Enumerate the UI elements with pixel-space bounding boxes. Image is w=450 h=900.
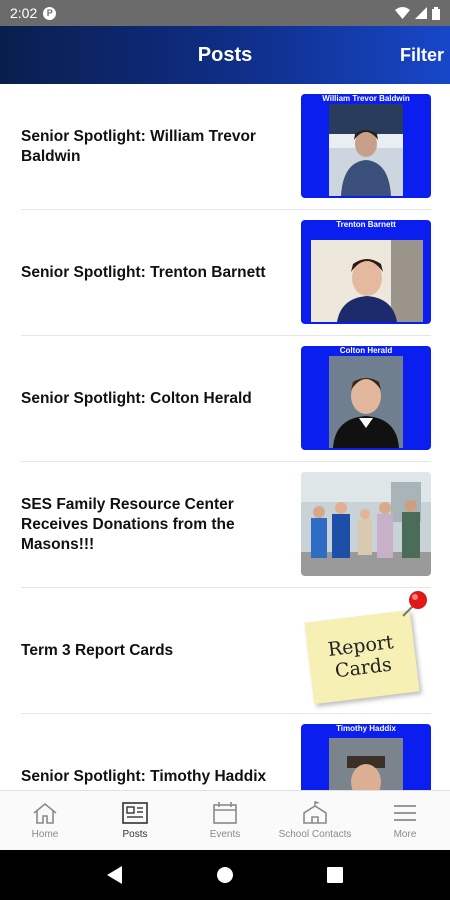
group-photo xyxy=(301,472,431,576)
nav-posts[interactable]: Posts xyxy=(90,791,180,850)
student-photo xyxy=(311,240,423,322)
post-title: Senior Spotlight: William Trevor Baldwin xyxy=(21,127,256,165)
recents-icon[interactable] xyxy=(327,867,344,883)
app-notification-icon: P xyxy=(43,6,57,20)
post-thumbnail: Report Cards xyxy=(301,591,431,705)
nav-label: Home xyxy=(31,829,59,840)
report-cards-note: Report Cards xyxy=(304,609,420,705)
student-photo xyxy=(329,738,403,790)
nav-label: More xyxy=(393,829,417,840)
post-thumbnail xyxy=(301,472,431,576)
filter-button[interactable]: Filter xyxy=(400,45,444,66)
home-icon xyxy=(33,802,57,824)
post-item[interactable]: Senior Spotlight: Colton Herald Colton H… xyxy=(21,336,431,462)
wifi-icon xyxy=(395,7,410,19)
back-icon[interactable] xyxy=(106,866,123,884)
nav-label: Events xyxy=(209,829,241,840)
pushpin-icon xyxy=(402,591,427,617)
battery-icon xyxy=(432,6,440,20)
posts-icon xyxy=(122,802,148,824)
nav-events[interactable]: Events xyxy=(180,791,270,850)
post-title: SES Family Resource Center Receives Dona… xyxy=(21,495,235,553)
status-icons xyxy=(395,6,440,20)
app-header: Posts Filter xyxy=(0,26,450,84)
page-title: Posts xyxy=(197,43,253,66)
calendar-icon xyxy=(213,802,237,824)
post-item[interactable]: Term 3 Report Cards Report Cards xyxy=(21,588,431,714)
bottom-navigation: Home Posts Events School Contacts More xyxy=(0,790,450,850)
post-title: Senior Spotlight: Trenton Barnett xyxy=(21,263,266,281)
thumbnail-caption: Timothy Haddix xyxy=(336,724,396,733)
school-icon xyxy=(303,801,327,824)
post-thumbnail: Colton Herald xyxy=(301,346,431,450)
nav-label: Posts xyxy=(122,829,148,840)
student-photo xyxy=(329,356,403,448)
status-time: 2:02 xyxy=(10,5,38,21)
thumbnail-caption: Trenton Barnett xyxy=(336,220,396,229)
post-item[interactable]: SES Family Resource Center Receives Dona… xyxy=(21,462,431,588)
post-item[interactable]: Senior Spotlight: Trenton Barnett Trento… xyxy=(21,210,431,336)
post-title: Senior Spotlight: Colton Herald xyxy=(21,389,252,407)
post-title: Term 3 Report Cards xyxy=(21,641,174,659)
post-item[interactable]: Senior Spotlight: Timothy Haddix Timothy… xyxy=(21,714,431,790)
post-thumbnail: William Trevor Baldwin xyxy=(301,94,431,198)
thumbnail-caption: William Trevor Baldwin xyxy=(322,94,410,103)
post-title: Senior Spotlight: Timothy Haddix xyxy=(21,767,267,785)
menu-icon xyxy=(394,805,416,821)
posts-list[interactable]: Senior Spotlight: William Trevor Baldwin… xyxy=(0,84,450,790)
post-thumbnail: Timothy Haddix xyxy=(301,724,431,790)
thumbnail-caption: Colton Herald xyxy=(339,346,393,355)
nav-home[interactable]: Home xyxy=(0,791,90,850)
signal-icon xyxy=(415,7,427,19)
post-item[interactable]: Senior Spotlight: William Trevor Baldwin… xyxy=(21,84,431,210)
home-button-icon[interactable] xyxy=(216,866,234,884)
post-thumbnail: Trenton Barnett xyxy=(301,220,431,324)
system-navigation-bar xyxy=(0,850,450,900)
student-photo xyxy=(329,104,403,196)
status-bar: 2:02 P xyxy=(0,0,450,26)
nav-label: School Contacts xyxy=(278,829,352,840)
nav-more[interactable]: More xyxy=(360,791,450,850)
note-text: Report Cards xyxy=(326,631,395,683)
nav-school-contacts[interactable]: School Contacts xyxy=(270,791,360,850)
